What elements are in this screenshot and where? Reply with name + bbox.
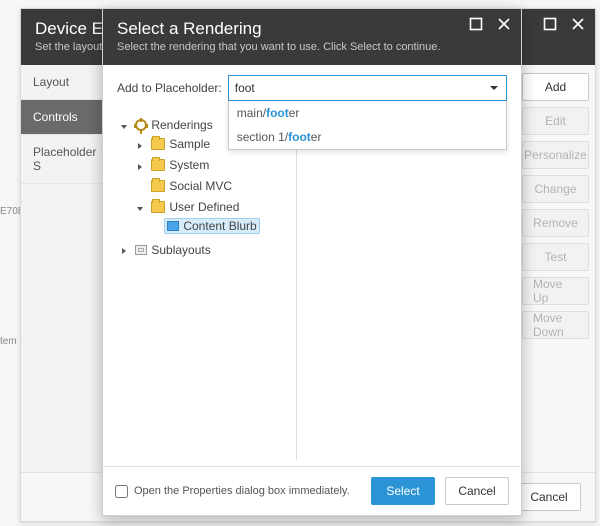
maximize-icon[interactable]	[541, 15, 559, 33]
expand-icon[interactable]	[135, 141, 145, 151]
maximize-icon[interactable]	[467, 15, 485, 33]
folder-icon	[151, 159, 165, 171]
bg-fragment-2: tem	[0, 336, 17, 347]
suggestion-match: foot	[288, 130, 311, 144]
open-properties-input[interactable]	[115, 485, 128, 498]
tree-label: User Defined	[169, 200, 239, 214]
select-rendering-title: Select a Rendering	[117, 19, 507, 39]
suggestion-pre: main/	[237, 106, 266, 120]
collapse-icon[interactable]	[135, 204, 145, 214]
tree-node-content-blurb[interactable]: Content Blurb	[164, 218, 259, 234]
tree-node-system[interactable]: System	[148, 157, 212, 173]
suggestion-item[interactable]: main/footer	[229, 101, 506, 125]
rendering-icon	[167, 221, 179, 231]
tree-node-user-defined[interactable]: User Defined	[148, 199, 242, 215]
add-button[interactable]: Add	[522, 73, 589, 101]
open-properties-checkbox[interactable]: Open the Properties dialog box immediate…	[115, 485, 361, 498]
collapse-icon[interactable]	[119, 122, 129, 132]
tree-label: Content Blurb	[183, 219, 256, 233]
renderings-tree: Renderings Sample System Social MVC User…	[117, 111, 297, 460]
remove-button: Remove	[522, 209, 589, 237]
placeholder-suggestions: main/footer section 1/footer	[228, 101, 507, 150]
expand-icon[interactable]	[135, 162, 145, 172]
tree-label: Sublayouts	[151, 243, 210, 257]
open-properties-label: Open the Properties dialog box immediate…	[134, 485, 350, 497]
tree-node-sample[interactable]: Sample	[148, 136, 213, 152]
dropdown-caret-icon[interactable]	[485, 79, 503, 97]
tree-label: Social MVC	[169, 179, 232, 193]
move-up-button: Move Up	[522, 277, 589, 305]
select-rendering-header: Select a Rendering Select the rendering …	[103, 9, 521, 65]
sublayout-icon	[135, 245, 147, 255]
gear-icon	[135, 119, 147, 131]
folder-icon	[151, 201, 165, 213]
cancel-button[interactable]: Cancel	[445, 477, 509, 505]
tree-label: System	[169, 158, 209, 172]
tree-node-social[interactable]: Social MVC	[148, 178, 235, 194]
suggestion-item[interactable]: section 1/footer	[229, 125, 506, 149]
placeholder-input[interactable]	[228, 75, 507, 101]
personalize-button: Personalize	[522, 141, 589, 169]
select-rendering-footer: Open the Properties dialog box immediate…	[103, 466, 521, 515]
tree-label: Renderings	[151, 118, 212, 132]
device-editor-cancel-button[interactable]: Cancel	[517, 483, 581, 511]
edit-button: Edit	[522, 107, 589, 135]
suggestion-post: er	[311, 130, 322, 144]
tree-label: Sample	[169, 137, 210, 151]
tree-node-renderings[interactable]: Renderings	[132, 117, 215, 133]
device-editor-actions: Add Edit Personalize Change Remove Test …	[515, 65, 595, 472]
move-down-button: Move Down	[522, 311, 589, 339]
suggestion-match: foot	[266, 106, 289, 120]
select-rendering-subtitle: Select the rendering that you want to us…	[117, 41, 507, 53]
change-button: Change	[522, 175, 589, 203]
close-icon[interactable]	[569, 15, 587, 33]
tree-node-sublayouts[interactable]: Sublayouts	[132, 242, 213, 258]
close-icon[interactable]	[495, 15, 513, 33]
select-button[interactable]: Select	[371, 477, 435, 505]
suggestion-pre: section 1/	[237, 130, 288, 144]
select-rendering-dialog: Select a Rendering Select the rendering …	[102, 8, 522, 516]
placeholder-label: Add to Placeholder:	[117, 81, 222, 95]
test-button: Test	[522, 243, 589, 271]
suggestion-post: er	[289, 106, 300, 120]
expand-icon[interactable]	[119, 246, 129, 256]
folder-icon	[151, 138, 165, 150]
folder-icon	[151, 180, 165, 192]
